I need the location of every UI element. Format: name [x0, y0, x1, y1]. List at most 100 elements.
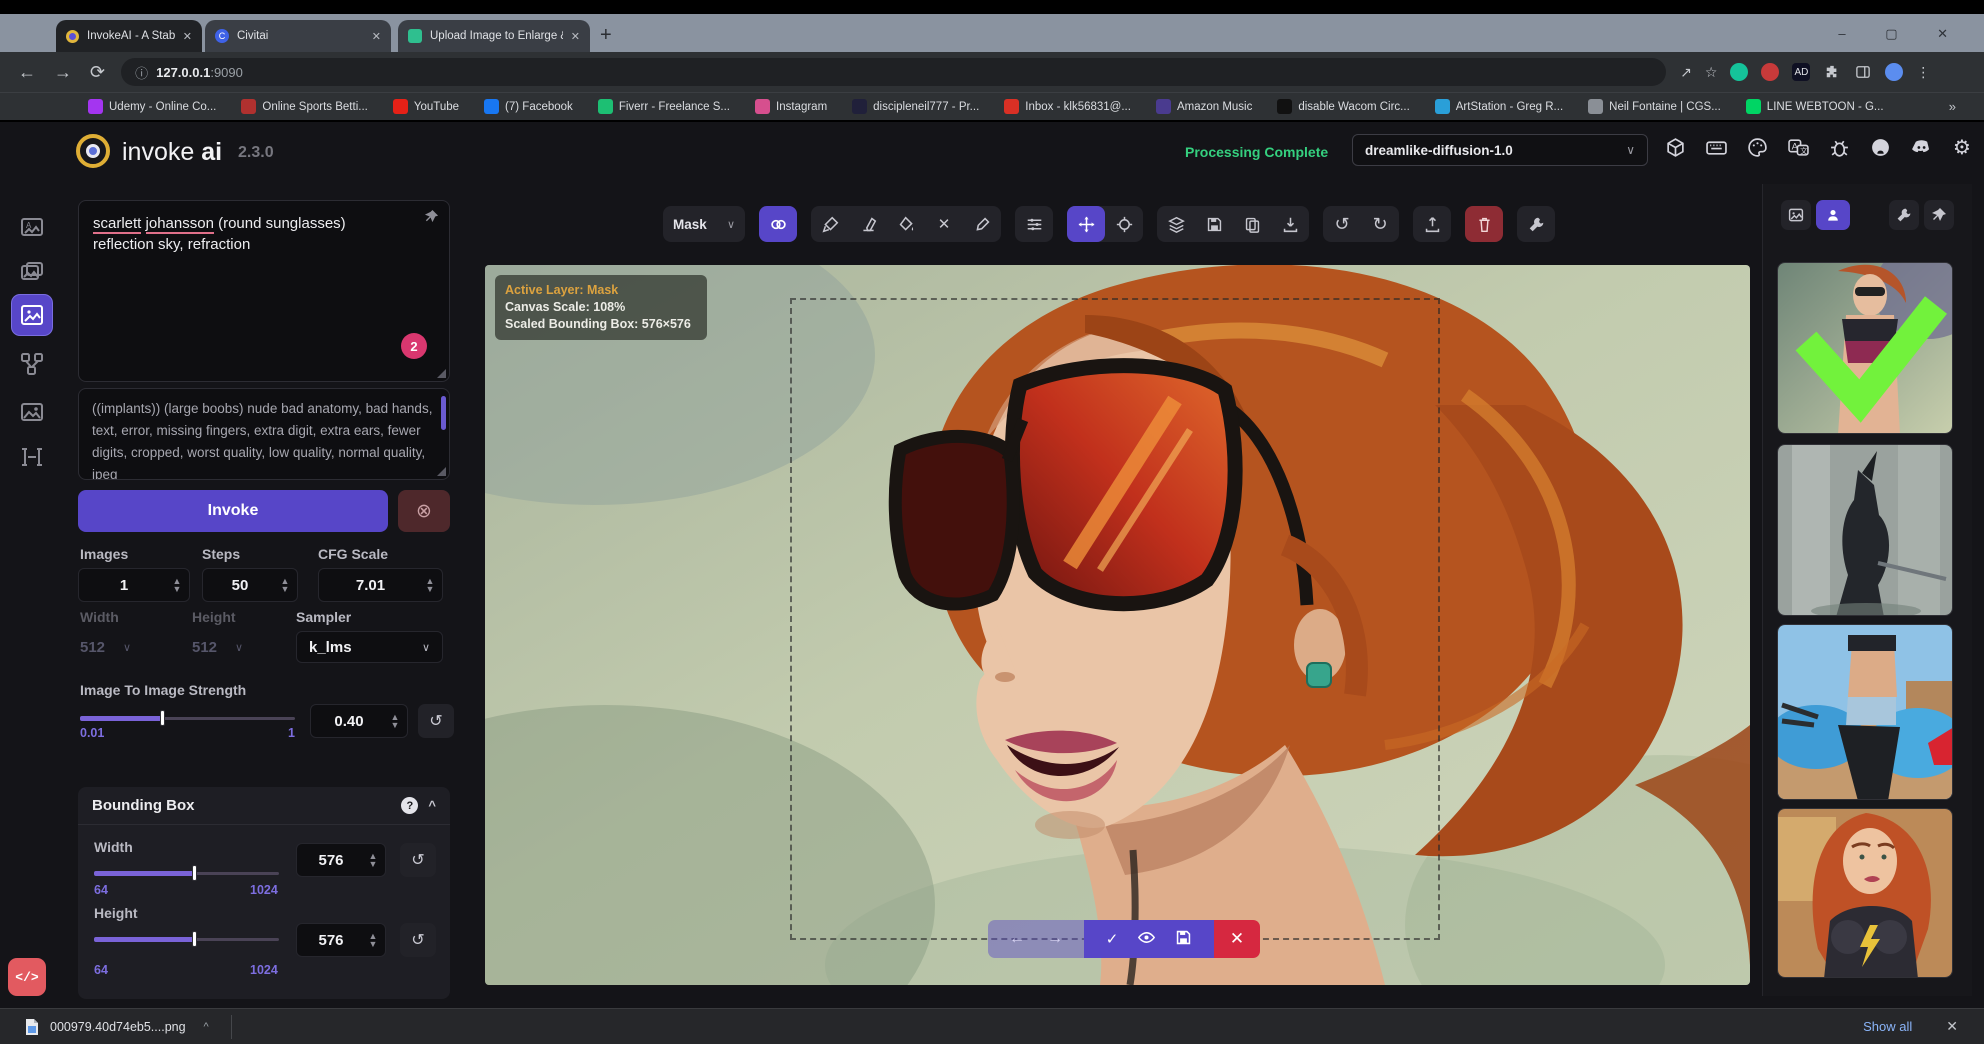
- discard-staging-button[interactable]: ✕: [1214, 920, 1260, 958]
- share-icon[interactable]: ↗: [1680, 64, 1692, 81]
- bookmarks-overflow-icon[interactable]: »: [1949, 99, 1956, 114]
- gallery-thumbnail[interactable]: [1777, 624, 1953, 800]
- tab-unified-canvas[interactable]: [12, 295, 52, 335]
- tab-nodes[interactable]: [12, 344, 52, 384]
- clear-canvas-trash-icon[interactable]: [1465, 206, 1503, 242]
- eraser-tool-icon[interactable]: [849, 206, 887, 242]
- model-manager-cube-icon[interactable]: [1662, 134, 1688, 160]
- reload-icon[interactable]: ⟳: [90, 62, 105, 83]
- strength-reset-button[interactable]: ↺: [418, 704, 454, 738]
- show-hide-eye-icon[interactable]: [1138, 929, 1155, 950]
- save-to-gallery-icon[interactable]: [1195, 206, 1233, 242]
- upload-image-icon[interactable]: [1413, 206, 1451, 242]
- bookmark-item[interactable]: YouTube: [393, 99, 459, 114]
- adblock-icon[interactable]: AD: [1792, 63, 1810, 81]
- bbox-height-reset-button[interactable]: ↺: [400, 923, 436, 957]
- fill-bucket-icon[interactable]: [887, 206, 925, 242]
- pin-icon[interactable]: [424, 209, 439, 229]
- bookmark-item[interactable]: disable Wacom Circ...: [1277, 99, 1409, 114]
- forward-icon[interactable]: →: [54, 62, 72, 83]
- gallery-user-tab[interactable]: [1816, 200, 1850, 230]
- download-caret-icon[interactable]: ^: [204, 1021, 209, 1033]
- scrollbar-thumb[interactable]: [441, 396, 446, 430]
- sidebar-icon[interactable]: [1854, 63, 1872, 81]
- bbox-height-slider[interactable]: [94, 931, 279, 947]
- tab-text-to-image[interactable]: A: [12, 207, 52, 247]
- bookmark-item[interactable]: LINE WEBTOON - G...: [1746, 99, 1884, 114]
- tab-close-icon[interactable]: ✕: [372, 30, 381, 43]
- download-image-icon[interactable]: [1271, 206, 1309, 242]
- gallery-pin-icon[interactable]: [1924, 200, 1954, 230]
- bookmark-item[interactable]: Fiverr - Freelance S...: [598, 99, 730, 114]
- report-bug-icon[interactable]: [1826, 134, 1852, 160]
- steps-input[interactable]: 50 ▲▼: [202, 568, 298, 602]
- bookmark-item[interactable]: Neil Fontaine | CGS...: [1588, 99, 1721, 114]
- grammarly-icon[interactable]: [1730, 63, 1748, 81]
- address-bar[interactable]: ⓘ 127.0.0.1:9090: [121, 58, 1666, 86]
- tab-invokeai[interactable]: InvokeAI - A Stable Diffusion Too ✕: [56, 20, 202, 52]
- color-picker-icon[interactable]: [963, 206, 1001, 242]
- prompt-input[interactable]: scarlett johansson (round sunglasses) re…: [78, 200, 450, 382]
- console-toggle-button[interactable]: </>: [8, 958, 46, 996]
- menu-dots-icon[interactable]: ⋮: [1916, 64, 1930, 81]
- resize-grip[interactable]: [437, 369, 446, 378]
- bbox-width-input[interactable]: 576 ▲▼: [296, 843, 386, 877]
- bounding-box-header[interactable]: Bounding Box ? ^: [78, 787, 450, 825]
- unified-canvas[interactable]: Active Layer: Mask Canvas Scale: 108% Sc…: [485, 265, 1750, 985]
- download-item[interactable]: 000979.40d74eb5....png ^: [24, 1018, 209, 1036]
- discord-icon[interactable]: [1908, 134, 1934, 160]
- github-icon[interactable]: [1867, 134, 1893, 160]
- tab-close-icon[interactable]: ✕: [183, 30, 192, 43]
- reset-view-icon[interactable]: [1105, 206, 1143, 242]
- stepper-icons[interactable]: ▲▼: [422, 577, 442, 593]
- gallery-settings-wrench-icon[interactable]: [1889, 200, 1919, 230]
- cancel-button[interactable]: ⊗: [398, 490, 450, 532]
- redo-icon[interactable]: ↻: [1361, 206, 1399, 242]
- merge-layers-icon[interactable]: [1157, 206, 1195, 242]
- gallery-thumbnail[interactable]: [1777, 808, 1953, 978]
- clear-mask-icon[interactable]: ✕: [925, 206, 963, 242]
- extensions-puzzle-icon[interactable]: [1823, 63, 1841, 81]
- next-image-icon[interactable]: →: [1047, 930, 1063, 948]
- settings-gear-icon[interactable]: ⚙: [1949, 134, 1975, 160]
- slider-thumb[interactable]: [192, 931, 197, 947]
- bookmark-item[interactable]: discipleneil777 - Pr...: [852, 99, 979, 114]
- stepper-icons[interactable]: ▲▼: [365, 852, 385, 868]
- profile-avatar[interactable]: [1885, 63, 1903, 81]
- show-all-downloads-link[interactable]: Show all: [1863, 1019, 1912, 1034]
- brush-options-icon[interactable]: [1015, 206, 1053, 242]
- bookmark-item[interactable]: Online Sports Betti...: [241, 99, 367, 114]
- bookmark-item[interactable]: (7) Facebook: [484, 99, 573, 114]
- copy-to-clipboard-icon[interactable]: [1233, 206, 1271, 242]
- undo-icon[interactable]: ↺: [1323, 206, 1361, 242]
- width-select[interactable]: 512∨: [80, 631, 131, 663]
- height-select[interactable]: 512∨: [192, 631, 243, 663]
- tab-close-icon[interactable]: ✕: [571, 30, 580, 43]
- previous-image-icon[interactable]: ←: [1009, 930, 1025, 948]
- back-icon[interactable]: ←: [18, 62, 36, 83]
- accept-check-icon[interactable]: ✓: [1106, 930, 1119, 948]
- bookmark-star-icon[interactable]: ☆: [1705, 64, 1718, 81]
- stepper-icons[interactable]: ▲▼: [277, 577, 297, 593]
- save-staging-floppy-icon[interactable]: [1175, 929, 1192, 950]
- brush-tool-icon[interactable]: [811, 206, 849, 242]
- help-icon[interactable]: ?: [401, 797, 418, 814]
- negative-prompt-input[interactable]: ((implants)) (large boobs) nude bad anat…: [78, 388, 450, 480]
- strength-input[interactable]: 0.40 ▲▼: [310, 704, 408, 738]
- hotkeys-keyboard-icon[interactable]: [1703, 134, 1729, 160]
- stepper-icons[interactable]: ▲▼: [169, 577, 189, 593]
- theme-palette-icon[interactable]: [1744, 134, 1770, 160]
- images-input[interactable]: 1 ▲▼: [78, 568, 190, 602]
- bbox-width-slider[interactable]: [94, 865, 279, 881]
- resize-grip[interactable]: [437, 467, 446, 476]
- bookmark-item[interactable]: Inbox - klk56831@...: [1004, 99, 1131, 114]
- model-select[interactable]: dreamlike-diffusion-1.0 ∨: [1352, 134, 1648, 166]
- cfg-input[interactable]: 7.01 ▲▼: [318, 568, 443, 602]
- stepper-icons[interactable]: ▲▼: [387, 713, 407, 729]
- gallery-thumbnail-selected[interactable]: [1777, 262, 1953, 434]
- strength-slider[interactable]: [80, 710, 295, 726]
- slider-thumb[interactable]: [160, 710, 165, 726]
- stepper-icons[interactable]: ▲▼: [365, 932, 385, 948]
- gallery-thumbnail[interactable]: [1777, 444, 1953, 616]
- gallery-images-tab[interactable]: [1781, 200, 1811, 230]
